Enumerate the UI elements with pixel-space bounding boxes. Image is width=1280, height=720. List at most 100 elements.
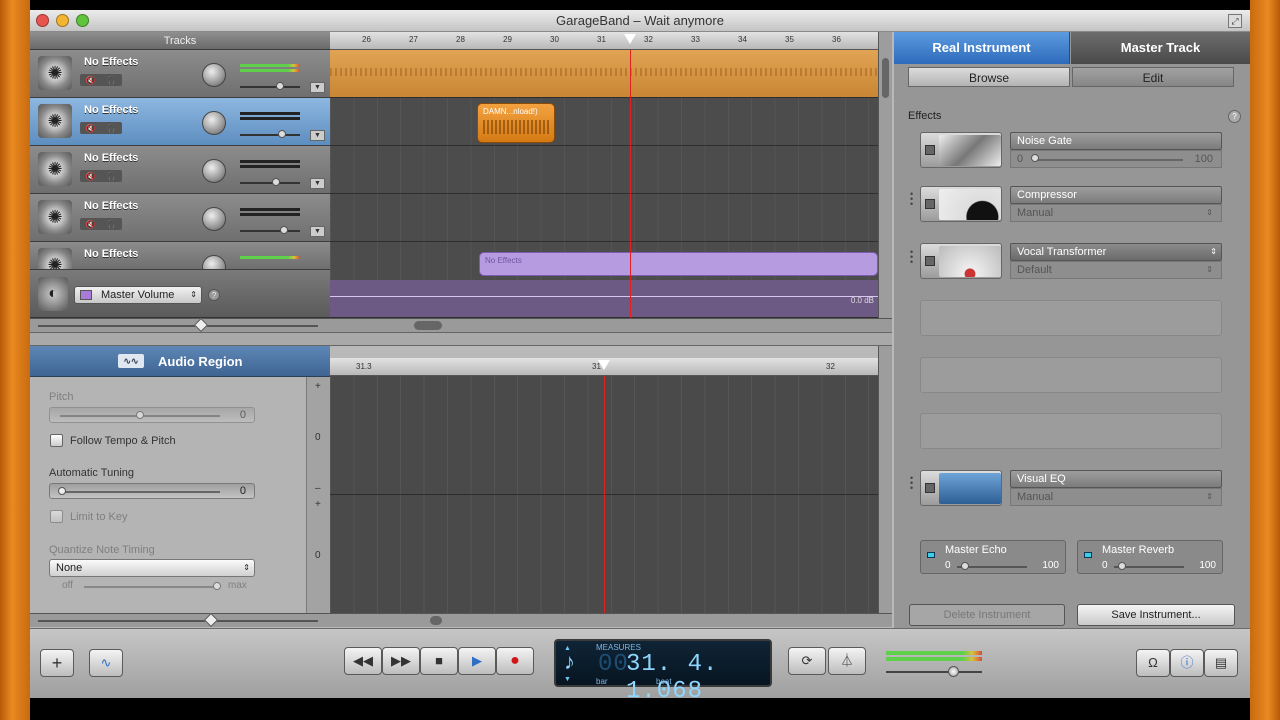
track-row[interactable]: ✺ No Effects 🔇 🎧 ▼	[30, 194, 330, 242]
follow-tempo-checkbox[interactable]	[50, 434, 63, 447]
quantize-slider-knob[interactable]	[213, 582, 221, 590]
editor-playhead-marker[interactable]	[598, 360, 610, 370]
compressor-preset[interactable]: Manual ⇕	[1010, 204, 1222, 222]
playhead-marker[interactable]	[624, 34, 636, 44]
effect-compressor[interactable]: Compressor Manual ⇕	[920, 186, 1222, 222]
track-dropdown[interactable]: ▼	[310, 178, 325, 189]
add-track-button[interactable]: +	[40, 649, 74, 677]
close-button[interactable]	[36, 14, 49, 27]
track-row[interactable]: ✺ No Effects 🔇 🎧 ▼	[30, 50, 330, 98]
vocal-transformer-icon[interactable]	[920, 243, 1002, 279]
mute-solo-buttons[interactable]: 🔇 🎧	[80, 74, 122, 86]
cycle-button[interactable]: ⟳	[788, 647, 826, 675]
master-volume-select[interactable]: Master Volume ⇕	[74, 286, 202, 304]
effect-noise-gate[interactable]: Noise Gate 0 100	[920, 132, 1222, 168]
volume-slider[interactable]	[240, 134, 300, 136]
fullscreen-icon[interactable]: ⤢	[1228, 14, 1242, 28]
quantize-select[interactable]: None ⇕	[49, 559, 255, 577]
minimize-button[interactable]	[56, 14, 69, 27]
delete-instrument-button[interactable]: Delete Instrument	[909, 604, 1065, 626]
audio-region[interactable]: DAMN...nload!)	[477, 103, 555, 143]
drag-handle-icon[interactable]: • • •	[910, 190, 914, 209]
volume-slider-knob[interactable]	[278, 130, 286, 138]
editor-zoom-slider[interactable]	[30, 612, 330, 628]
echo-led-icon[interactable]	[927, 552, 935, 558]
mute-solo-buttons[interactable]: 🔇 🎧	[80, 122, 122, 134]
effect-name[interactable]: Vocal Transformer ⇕	[1010, 243, 1222, 261]
play-button[interactable]: ▶	[458, 647, 496, 675]
master-volume-slider[interactable]	[886, 671, 982, 673]
media-browser-icon[interactable]: ▤	[1204, 649, 1238, 677]
tab-edit[interactable]: Edit	[1072, 67, 1234, 87]
master-reverb-control[interactable]: Master Reverb 0 100	[1077, 540, 1223, 574]
track-dropdown[interactable]: ▼	[310, 226, 325, 237]
editor-toggle-icon[interactable]: ∿	[89, 649, 123, 677]
zoom-button[interactable]	[76, 14, 89, 27]
editor-ruler[interactable]: 31.3 31 32	[330, 358, 878, 376]
loop-browser-icon[interactable]: Ω	[1136, 649, 1170, 677]
track-lane[interactable]	[330, 194, 878, 242]
track-dropdown[interactable]: ▼	[310, 130, 325, 141]
mute-solo-buttons[interactable]: 🔇 🎧	[80, 170, 122, 182]
track-lane[interactable]	[330, 146, 878, 194]
pan-knob[interactable]	[202, 111, 226, 135]
metronome-button[interactable]: ⏃	[828, 647, 866, 675]
pan-knob[interactable]	[202, 207, 226, 231]
mute-solo-buttons[interactable]: 🔇 🎧	[80, 218, 122, 230]
save-instrument-button[interactable]: Save Instrument...	[1077, 604, 1235, 626]
visual-eq-icon[interactable]	[920, 470, 1002, 506]
visual-eq-preset[interactable]: Manual ⇕	[1010, 488, 1222, 506]
volume-slider-knob[interactable]	[276, 82, 284, 90]
track-row[interactable]: ✺ No Effects 🔇 🎧 ▼	[30, 146, 330, 194]
limit-to-key-checkbox[interactable]	[50, 510, 63, 523]
track-lane[interactable]	[330, 50, 878, 98]
reverb-slider-knob[interactable]	[1118, 562, 1126, 570]
master-echo-control[interactable]: Master Echo 0 100	[920, 540, 1066, 574]
fast-forward-button[interactable]: ▶▶	[382, 647, 420, 675]
empty-effect-slot[interactable]	[920, 357, 1222, 393]
drag-handle-icon[interactable]: • • •	[910, 248, 914, 267]
empty-effect-slot[interactable]	[920, 413, 1222, 449]
horizontal-scrollbar[interactable]	[330, 318, 892, 332]
vertical-scrollbar[interactable]	[878, 32, 892, 318]
track-dropdown[interactable]: ▼	[310, 82, 325, 93]
pan-knob[interactable]	[202, 255, 226, 269]
purple-region[interactable]: No Effects	[479, 252, 878, 276]
noise-gate-slider[interactable]: 0 100	[1010, 150, 1222, 168]
master-lane[interactable]	[330, 280, 878, 318]
lcd-down-arrow[interactable]: ▼	[564, 676, 571, 683]
pan-knob[interactable]	[202, 159, 226, 183]
volume-slider[interactable]	[240, 86, 300, 88]
master-volume-knob[interactable]	[948, 666, 959, 677]
compressor-icon[interactable]	[920, 186, 1002, 222]
track-zoom-slider[interactable]	[30, 317, 330, 333]
reverb-led-icon[interactable]	[1084, 552, 1092, 558]
empty-effect-slot[interactable]	[920, 300, 1222, 336]
timeline-ruler[interactable]: 26 27 28 29 30 31 32 33 34 35 36	[330, 32, 878, 50]
track-lane[interactable]: DAMN...nload!)	[330, 98, 878, 146]
rewind-button[interactable]: ◀◀	[344, 647, 382, 675]
tab-browse[interactable]: Browse	[908, 67, 1070, 87]
volume-slider-knob[interactable]	[280, 226, 288, 234]
effects-help-icon[interactable]: ?	[1228, 110, 1241, 123]
volume-slider[interactable]	[240, 230, 300, 232]
info-icon[interactable]: ⓘ	[1170, 649, 1204, 677]
tab-real-instrument[interactable]: Real Instrument	[894, 32, 1070, 64]
track-row-selected[interactable]: ✺ No Effects 🔇 🎧 ▼	[30, 98, 330, 146]
help-icon[interactable]: ?	[208, 289, 220, 301]
pan-knob[interactable]	[202, 63, 226, 87]
effect-visual-eq[interactable]: Visual EQ Manual ⇕	[920, 470, 1222, 506]
stop-button[interactable]: ■	[420, 647, 458, 675]
vocal-transformer-preset[interactable]: Default ⇕	[1010, 261, 1222, 279]
editor-horizontal-scrollbar[interactable]	[330, 613, 892, 627]
quantize-slider[interactable]	[84, 586, 214, 588]
echo-slider-knob[interactable]	[961, 562, 969, 570]
lcd-up-arrow[interactable]: ▲	[564, 645, 571, 652]
track-row[interactable]: ✺ No Effects	[30, 242, 330, 270]
drag-handle-icon[interactable]: • • •	[910, 474, 914, 493]
auto-tuning-slider[interactable]: 0	[49, 483, 255, 499]
volume-slider[interactable]	[240, 182, 300, 184]
arrange-area[interactable]: DAMN...nload!) No Effects 0.0 dB	[330, 50, 878, 318]
editor-divider[interactable]	[30, 332, 892, 346]
record-button[interactable]: ●	[496, 647, 534, 675]
